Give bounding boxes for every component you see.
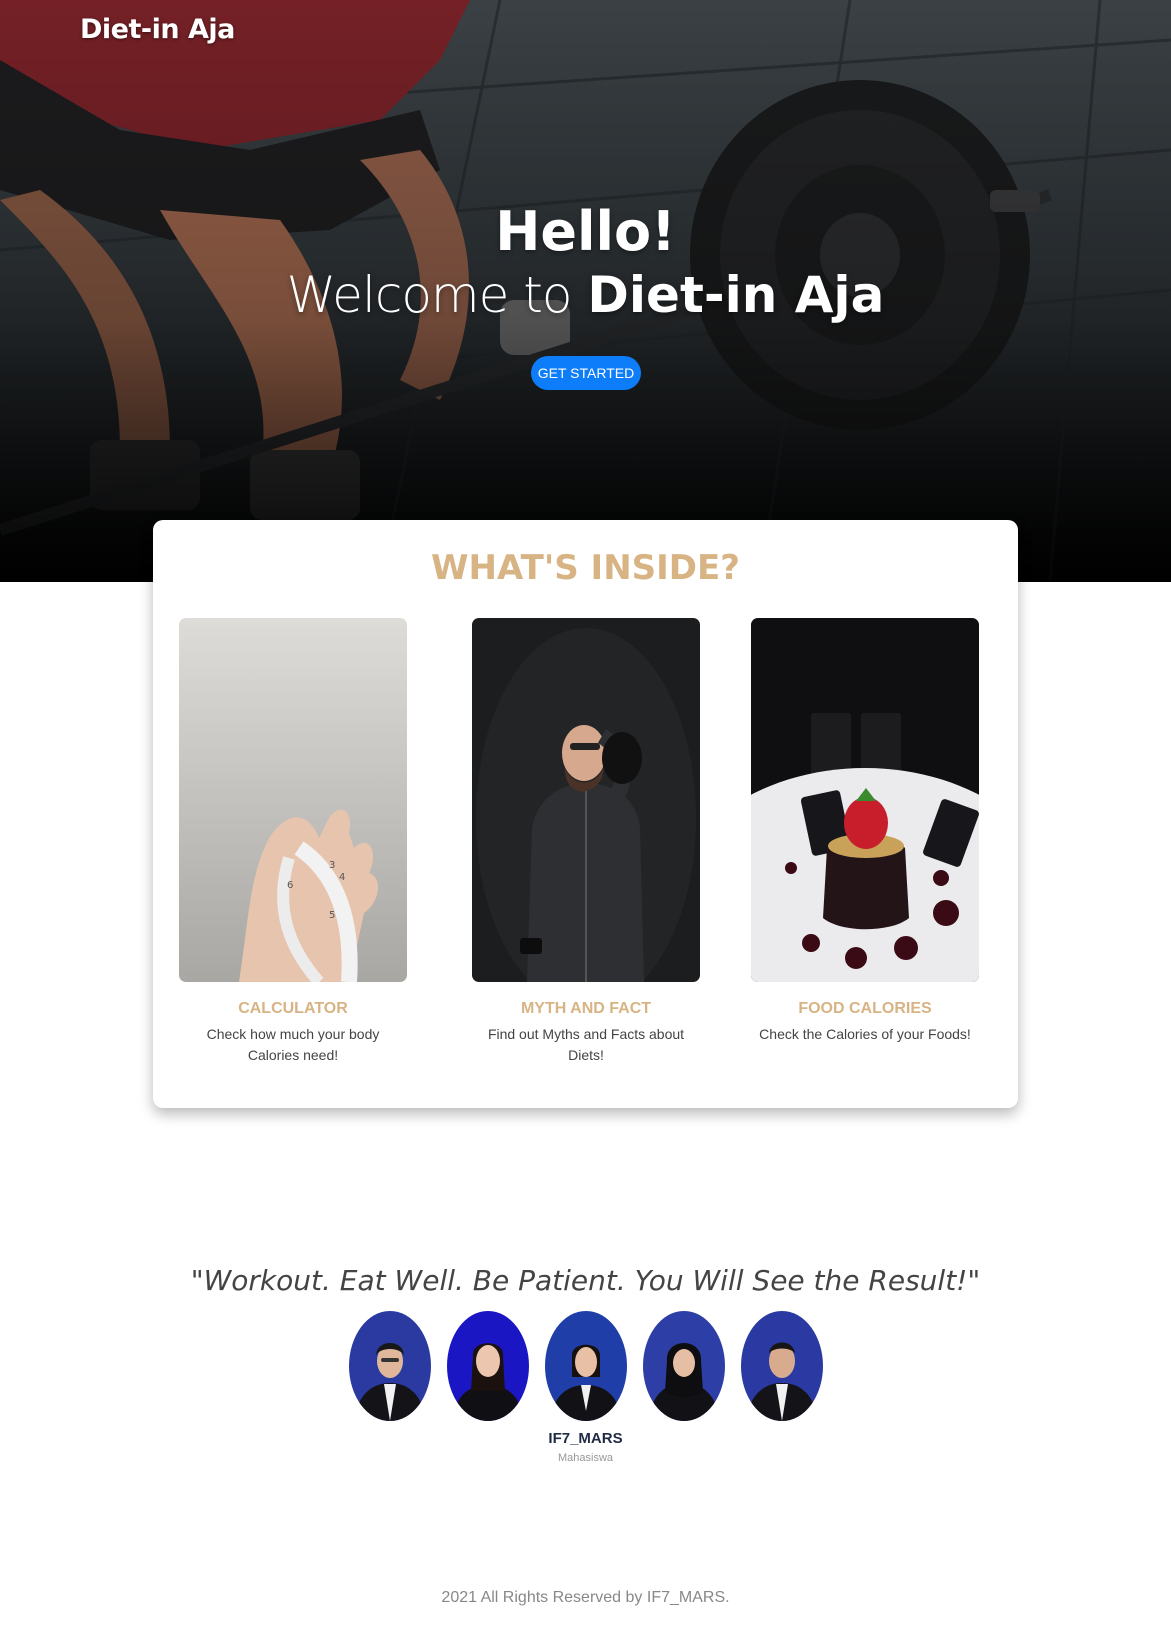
svg-text:3: 3 bbox=[329, 860, 335, 871]
motivational-quote: "Workout. Eat Well. Be Patient. You Will… bbox=[190, 1264, 981, 1297]
feature-title: FOOD CALORIES bbox=[798, 1000, 932, 1017]
food-calories-image[interactable] bbox=[751, 618, 979, 982]
calculator-image[interactable]: 34 6 5 bbox=[179, 618, 407, 982]
feature-description: Check how much your body Calories need! bbox=[206, 1026, 380, 1063]
hero-welcome-brand: Diet-in Aja bbox=[587, 266, 885, 324]
feature-food-calories[interactable]: FOOD CALORIES Check the Calories of your… bbox=[740, 618, 990, 1045]
team-role: Mahasiswa bbox=[557, 1452, 614, 1464]
feature-description: Check the Calories of your Foods! bbox=[759, 1026, 971, 1042]
feature-title: MYTH AND FACT bbox=[520, 1000, 652, 1017]
team-member-avatar[interactable] bbox=[349, 1311, 431, 1421]
whats-inside-card: WHAT'S INSIDE? 34 65 CALCULATOR Check ho… bbox=[153, 520, 1018, 1108]
brand-logo[interactable]: Diet-in Aja bbox=[80, 14, 235, 45]
feature-myth-and-fact[interactable]: MYTH AND FACT Find out Myths and Facts a… bbox=[461, 618, 711, 1066]
team-member-avatar[interactable] bbox=[741, 1311, 823, 1421]
get-started-button[interactable]: GET STARTED bbox=[531, 356, 641, 390]
svg-text:4: 4 bbox=[339, 872, 345, 883]
hero-section: Diet-in Aja Hello! Welcome to Diet-in Aj… bbox=[0, 0, 1171, 582]
feature-title: CALCULATOR bbox=[238, 1000, 348, 1017]
team-member-avatar[interactable] bbox=[643, 1311, 725, 1421]
footer-copyright: 2021 All Rights Reserved by IF7_MARS. bbox=[441, 1589, 730, 1606]
team-name: IF7_MARS bbox=[548, 1430, 623, 1447]
hero-welcome: Welcome to Diet-in Aja bbox=[0, 266, 1171, 324]
svg-text:5: 5 bbox=[329, 910, 335, 921]
hero-welcome-prefix: Welcome to bbox=[286, 266, 573, 324]
hero-greeting: Hello! bbox=[495, 200, 676, 263]
team-member-avatar[interactable] bbox=[447, 1311, 529, 1421]
team-member-avatar[interactable] bbox=[545, 1311, 627, 1421]
svg-text:6: 6 bbox=[287, 880, 293, 891]
feature-calculator[interactable]: 34 6 5 CALCULATOR Check how much your bod… bbox=[168, 618, 418, 1066]
section-title: WHAT'S INSIDE? bbox=[431, 548, 740, 588]
feature-description: Find out Myths and Facts about Diets! bbox=[487, 1026, 685, 1063]
myth-and-fact-image[interactable] bbox=[472, 618, 700, 982]
